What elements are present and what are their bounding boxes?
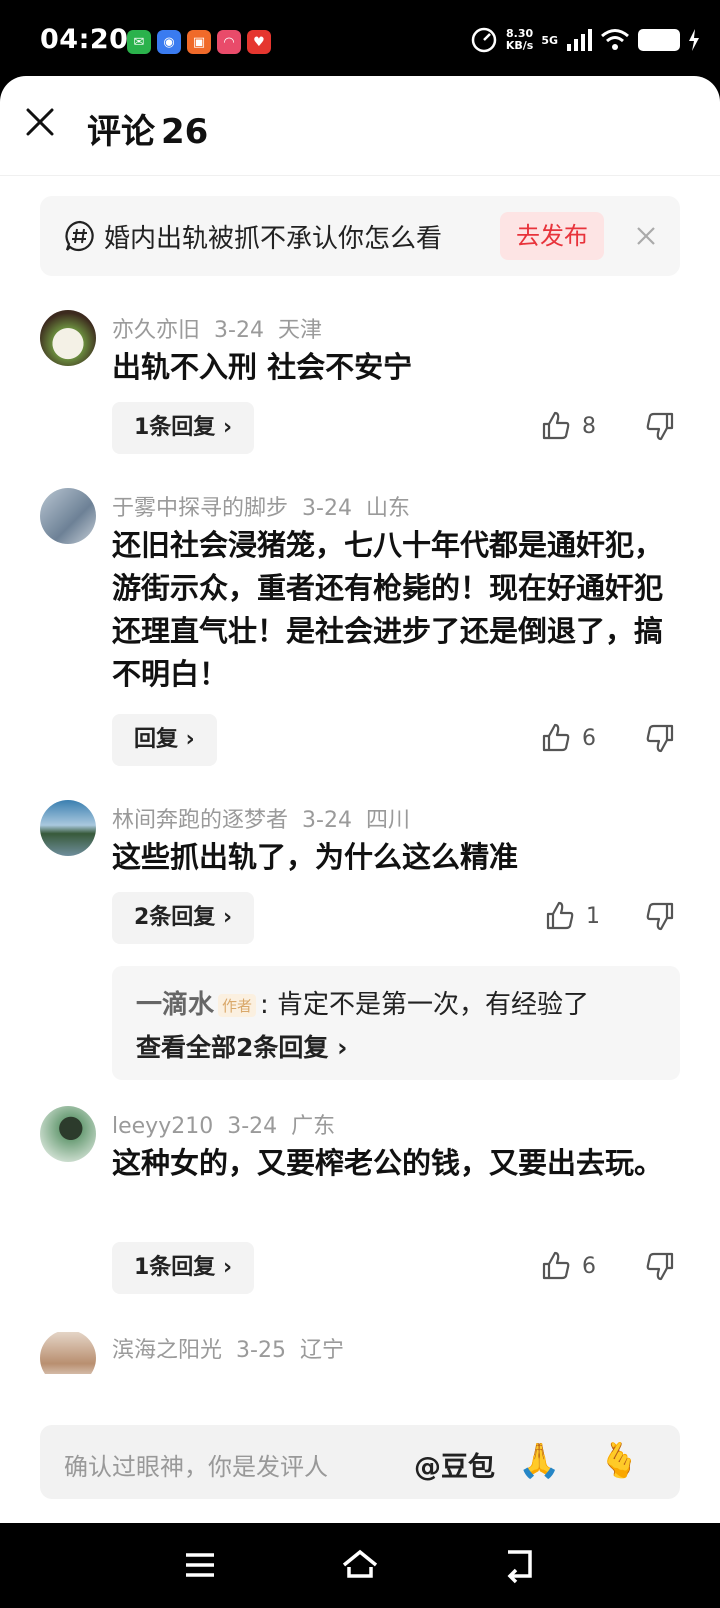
author-name[interactable]: leeyy210 <box>112 1114 213 1139</box>
home-icon[interactable] <box>340 1545 380 1585</box>
like-button[interactable]: 1 <box>544 900 600 932</box>
like-button[interactable]: 8 <box>540 410 596 442</box>
publish-button[interactable]: 去发布 <box>500 212 604 260</box>
pray-emoji-icon[interactable]: 🙏 <box>518 1441 560 1481</box>
status-right: 8.30 KB/s 5G <box>470 26 700 54</box>
reply-button[interactable]: 1条回复 › <box>112 402 255 454</box>
like-count: 6 <box>582 725 596 751</box>
pinduoduo-icon: ♥ <box>247 30 271 54</box>
thumbs-down-icon[interactable] <box>644 722 676 754</box>
notification-icons: ✉ ◉ ▣ ◠ ♥ <box>127 30 271 54</box>
author-name[interactable]: 亦久亦旧 <box>112 318 200 343</box>
speed-unit: KB/s <box>505 39 534 52</box>
comment-meta: 滨海之阳光 3-25 辽宁 <box>112 1332 358 1364</box>
comment-location: 四川 <box>365 808 410 833</box>
thumbs-down-icon[interactable] <box>644 410 676 442</box>
menu-icon[interactable] <box>180 1545 220 1585</box>
author-name[interactable]: 林间奔跑的逐梦者 <box>112 808 288 833</box>
wifi-icon <box>601 29 629 50</box>
close-icon[interactable] <box>22 104 58 140</box>
hashtag-icon <box>65 220 94 252</box>
sub-reply-author[interactable]: 一滴水 <box>136 990 214 1020</box>
avatar[interactable] <box>40 1106 96 1162</box>
page-title: 评论 26 <box>87 104 208 153</box>
mention-doubao[interactable]: @豆包 <box>414 1445 495 1484</box>
comment-meta: 亦久亦旧 3-24 天津 <box>112 312 336 344</box>
comment-item: 林间奔跑的逐梦者 3-24 四川 这些抓出轨了，为什么这么精准 2条回复 › 1 一… <box>0 800 720 1132</box>
back-icon[interactable] <box>500 1545 540 1585</box>
view-all-replies-link[interactable]: 查看全部2条回复 › <box>136 1028 347 1064</box>
sub-reply-line: 一滴水 作者: 肯定不是第一次，有经验了 <box>136 984 589 1021</box>
like-count: 1 <box>586 903 600 929</box>
comment-date: 3-24 <box>302 808 352 833</box>
topic-banner[interactable]: 婚内出轨被抓不承认你怎么看 去发布 <box>40 196 680 276</box>
signal-icon <box>567 29 592 51</box>
comment-location: 天津 <box>277 318 322 343</box>
like-count: 6 <box>582 1253 596 1279</box>
reply-button[interactable]: 回复 › <box>112 714 217 766</box>
author-name[interactable]: 滨海之阳光 <box>112 1338 222 1363</box>
battery-icon <box>638 29 680 51</box>
taobao-icon: ▣ <box>187 30 211 54</box>
status-time: 04:20 <box>40 24 129 55</box>
topic-text: 婚内出轨被抓不承认你怎么看 <box>104 224 443 254</box>
comment-text: 还旧社会浸猪笼，七八十年代都是通奸犯，游街示众，重者还有枪毙的！现在好通奸犯还理… <box>112 528 664 691</box>
comment-date: 3-24 <box>302 496 352 521</box>
comment-count: 26 <box>161 112 209 152</box>
comment-location: 辽宁 <box>299 1338 344 1363</box>
title-label: 评论 <box>87 112 155 152</box>
wechat-icon: ✉ <box>127 30 151 54</box>
input-placeholder[interactable]: 确认过眼神，你是发评人 <box>64 1447 328 1482</box>
network-type: 5G <box>541 33 558 47</box>
comment-sheet: 评论 26 婚内出轨被抓不承认你怎么看 去发布 亦久亦旧 3-24 天津 出轨不入刑 … <box>0 76 720 1523</box>
charging-icon <box>689 29 699 51</box>
author-name[interactable]: 于雾中探寻的脚步 <box>112 496 288 521</box>
avatar[interactable] <box>40 800 96 856</box>
close-icon[interactable] <box>632 222 660 250</box>
reply-button[interactable]: 2条回复 › <box>112 892 255 944</box>
comment-item: 亦久亦旧 3-24 天津 出轨不入刑 社会不安宁 1条回复 › 8 <box>0 310 720 454</box>
thumbs-up-icon <box>542 723 570 752</box>
like-button[interactable]: 6 <box>540 722 596 754</box>
thumbs-up-icon <box>542 411 570 440</box>
network-speed: 8.30 KB/s <box>506 28 533 52</box>
speedometer-icon <box>471 27 497 53</box>
comment-date: 3-24 <box>214 318 264 343</box>
like-count: 8 <box>582 413 596 439</box>
comment-meta: leeyy210 3-24 广东 <box>112 1108 349 1140</box>
comment-text: 这种女的，又要榨老公的钱，又要出去玩。 <box>112 1146 664 1180</box>
avatar[interactable] <box>40 488 96 544</box>
baidu-icon: ◉ <box>157 30 181 54</box>
comment-input[interactable]: 确认过眼神，你是发评人 @豆包 🙏 🫰 <box>40 1425 680 1499</box>
comment-meta: 林间奔跑的逐梦者 3-24 四川 <box>112 802 424 834</box>
comment-text: 这些抓出轨了，为什么这么精准 <box>112 840 519 874</box>
avatar[interactable] <box>40 310 96 366</box>
thumbs-down-icon[interactable] <box>644 1250 676 1282</box>
comment-location: 广东 <box>291 1114 336 1139</box>
finger-heart-emoji-icon[interactable]: 🫰 <box>598 1441 640 1481</box>
sub-reply[interactable]: 一滴水 作者: 肯定不是第一次，有经验了 查看全部2条回复 › <box>112 966 680 1080</box>
sub-reply-text: : 肯定不是第一次，有经验了 <box>260 990 590 1020</box>
like-button[interactable]: 6 <box>540 1250 596 1282</box>
navigation-bar <box>0 1523 720 1608</box>
comment-item: 于雾中探寻的脚步 3-24 山东 还旧社会浸猪笼，七八十年代都是通奸犯，游街示众，重… <box>0 488 720 770</box>
thumbs-up-icon <box>542 1251 570 1280</box>
author-badge: 作者 <box>218 994 257 1017</box>
sheet-header: 评论 26 <box>0 76 720 176</box>
app-icon: ◠ <box>217 30 241 54</box>
comment-meta: 于雾中探寻的脚步 3-24 山东 <box>112 490 424 522</box>
status-bar: 04:20 ✉ ◉ ▣ ◠ ♥ 8.30 KB/s 5G <box>0 0 720 80</box>
comment-date: 3-24 <box>227 1114 278 1139</box>
comment-location: 山东 <box>365 496 410 521</box>
thumbs-down-icon[interactable] <box>644 900 676 932</box>
comment-text: 出轨不入刑 社会不安宁 <box>112 350 413 384</box>
thumbs-up-icon <box>546 901 574 930</box>
comment-date: 3-25 <box>236 1338 286 1363</box>
reply-button[interactable]: 1条回复 › <box>112 1242 255 1294</box>
comment-item: leeyy210 3-24 广东 这种女的，又要榨老公的钱，又要出去玩。 1条回复 … <box>0 1106 720 1308</box>
